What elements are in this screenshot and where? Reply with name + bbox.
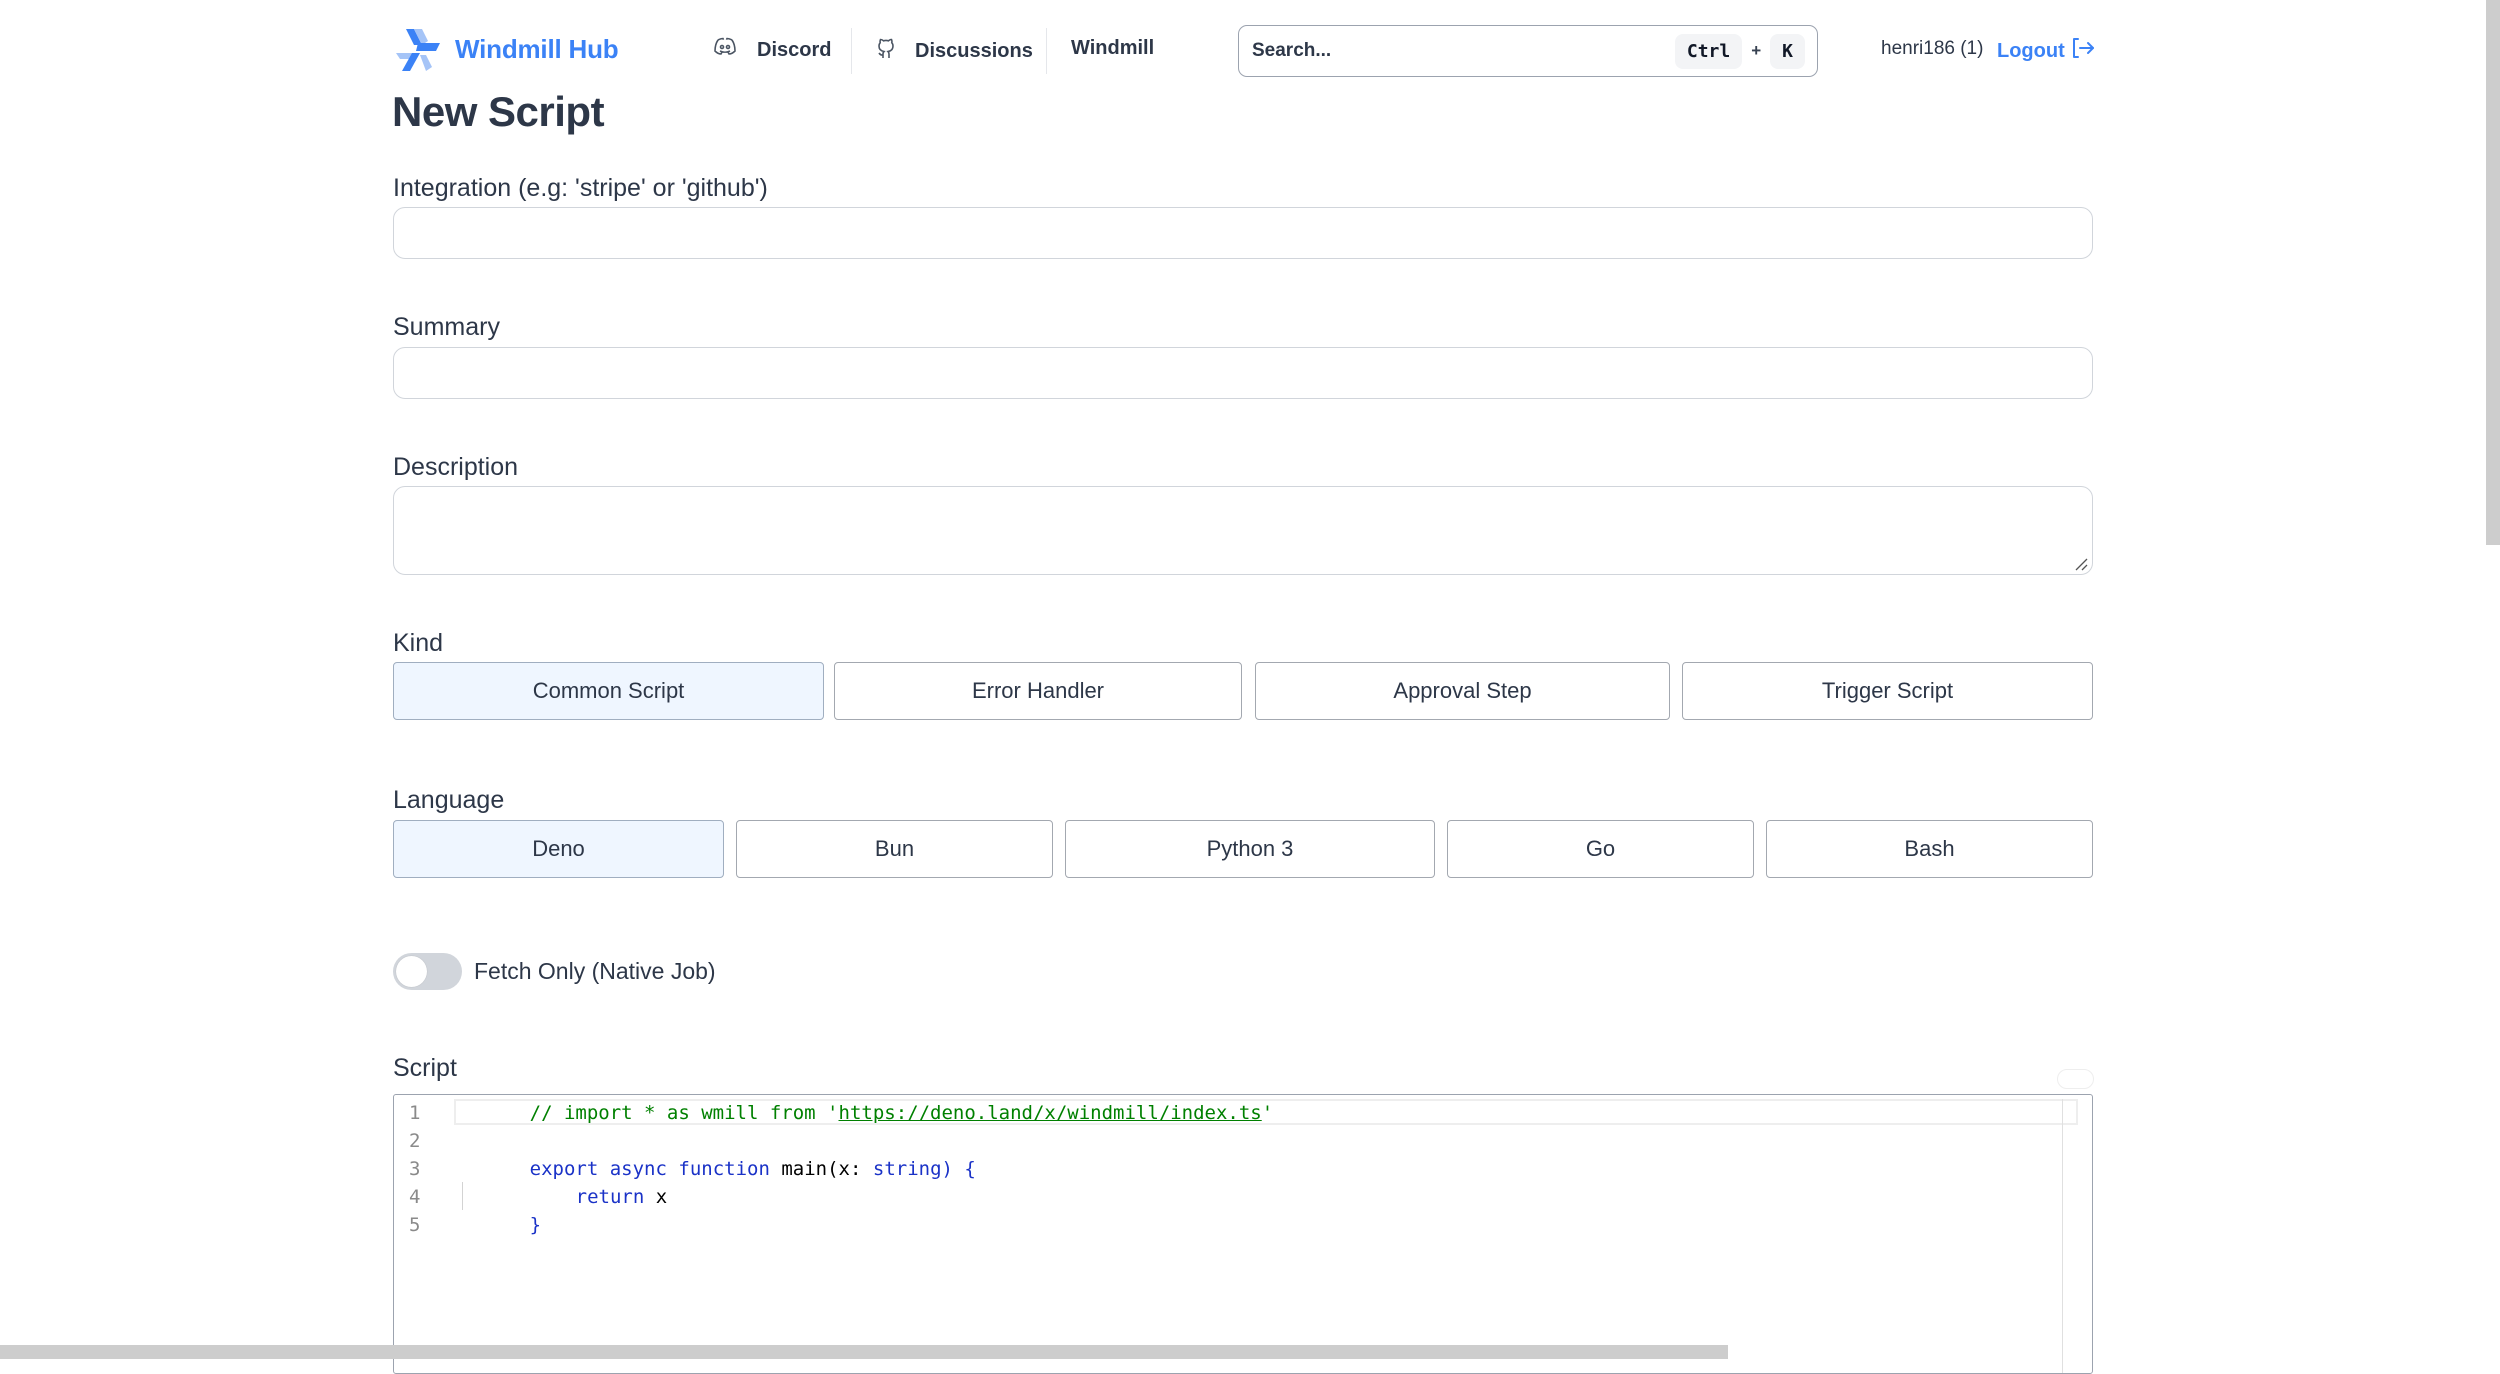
fetch-only-toggle[interactable]	[393, 953, 462, 990]
line-number: 5	[409, 1214, 421, 1236]
nav-discussions[interactable]: Discussions	[877, 37, 1033, 65]
brand-name[interactable]: Windmill Hub	[455, 34, 619, 65]
nav-discord-label: Discord	[757, 38, 832, 61]
code-token-type: string	[872, 1158, 942, 1180]
language-option-python3[interactable]: Python 3	[1065, 820, 1435, 878]
code-line: 3 export async function main(x: string) …	[394, 1155, 976, 1183]
nav-windmill-label: Windmill	[1071, 37, 1155, 59]
shortcut-plus: +	[1751, 41, 1762, 60]
toggle-knob	[396, 956, 427, 987]
language-option-bash[interactable]: Bash	[1766, 820, 2093, 878]
line-number: 1	[409, 1102, 421, 1124]
fetch-only-label: Fetch Only (Native Job)	[474, 958, 716, 984]
line-number: 3	[409, 1158, 421, 1180]
summary-input[interactable]	[393, 347, 2093, 399]
resize-handle-icon[interactable]	[2074, 557, 2088, 571]
code-line: 1 // import * as wmill from 'https://den…	[394, 1099, 1273, 1127]
windmill-logo-icon[interactable]	[392, 27, 442, 73]
nav-discussions-label: Discussions	[915, 39, 1033, 62]
script-label: Script	[393, 1054, 457, 1082]
shortcut-key-k: K	[1770, 33, 1805, 69]
username: henri186 (1)	[1881, 38, 1984, 59]
editor-toolbar-pill[interactable]	[2057, 1069, 2094, 1089]
indent-guide	[462, 1182, 463, 1210]
code-token-identifier: x	[644, 1186, 668, 1208]
kind-label: Kind	[393, 629, 444, 657]
shortcut-key-ctrl: Ctrl	[1674, 33, 1743, 69]
search-input[interactable]: Search... Ctrl + K	[1238, 25, 1818, 77]
code-line: 5 }	[394, 1211, 541, 1239]
code-token-keyword: return	[575, 1186, 645, 1208]
kind-option-trigger-script[interactable]: Trigger Script	[1682, 662, 2093, 720]
code-token-link[interactable]: https://deno.land/x/windmill/index.ts	[839, 1102, 1262, 1124]
code-line: 4 return x	[394, 1183, 667, 1211]
logout-label: Logout	[1997, 39, 2065, 62]
language-option-deno[interactable]: Deno	[393, 820, 724, 878]
search-placeholder: Search...	[1252, 40, 1332, 61]
summary-label: Summary	[393, 313, 500, 341]
editor-scroll-gutter	[2062, 1099, 2063, 1373]
language-label: Language	[393, 786, 505, 814]
code-token-comment: // import * as wmill from '	[529, 1102, 839, 1124]
line-number: 2	[409, 1130, 421, 1152]
kind-option-error-handler[interactable]: Error Handler	[834, 662, 1242, 720]
code-token-keyword: function	[678, 1158, 770, 1180]
kind-options: Common Script Error Handler Approval Ste…	[393, 662, 2093, 720]
nav-windmill[interactable]: Windmill	[1071, 37, 1154, 60]
description-label: Description	[393, 453, 519, 481]
code-line: 2	[394, 1127, 449, 1155]
integration-input[interactable]	[393, 207, 2093, 259]
line-number: 4	[409, 1186, 421, 1208]
code-editor[interactable]: 1 // import * as wmill from 'https://den…	[393, 1094, 2093, 1374]
language-options: Deno Bun Python 3 Go Bash	[393, 820, 2093, 878]
integration-label: Integration (e.g: 'stripe' or 'github')	[393, 174, 768, 202]
code-token-punct: ) {	[941, 1158, 976, 1180]
page-title: New Script	[392, 88, 605, 135]
code-token-comment: '	[1261, 1102, 1274, 1124]
page-vertical-scrollbar[interactable]	[2486, 0, 2500, 545]
code-token-punct: }	[529, 1214, 542, 1236]
nav-divider	[851, 28, 852, 74]
language-option-bun[interactable]: Bun	[736, 820, 1053, 878]
description-textarea[interactable]	[393, 486, 2093, 575]
language-option-go[interactable]: Go	[1447, 820, 1754, 878]
page-horizontal-scrollbar[interactable]	[0, 1345, 1728, 1359]
kind-option-approval-step[interactable]: Approval Step	[1255, 662, 1670, 720]
discord-icon	[713, 37, 737, 63]
nav-divider	[1046, 28, 1047, 74]
github-icon	[877, 37, 895, 65]
code-token-identifier: main(x:	[781, 1158, 873, 1180]
kind-option-common-script[interactable]: Common Script	[393, 662, 824, 720]
logout-arrow-icon	[2071, 37, 2095, 65]
logout-button[interactable]: Logout	[1997, 37, 2095, 65]
nav-discord[interactable]: Discord	[713, 37, 831, 63]
